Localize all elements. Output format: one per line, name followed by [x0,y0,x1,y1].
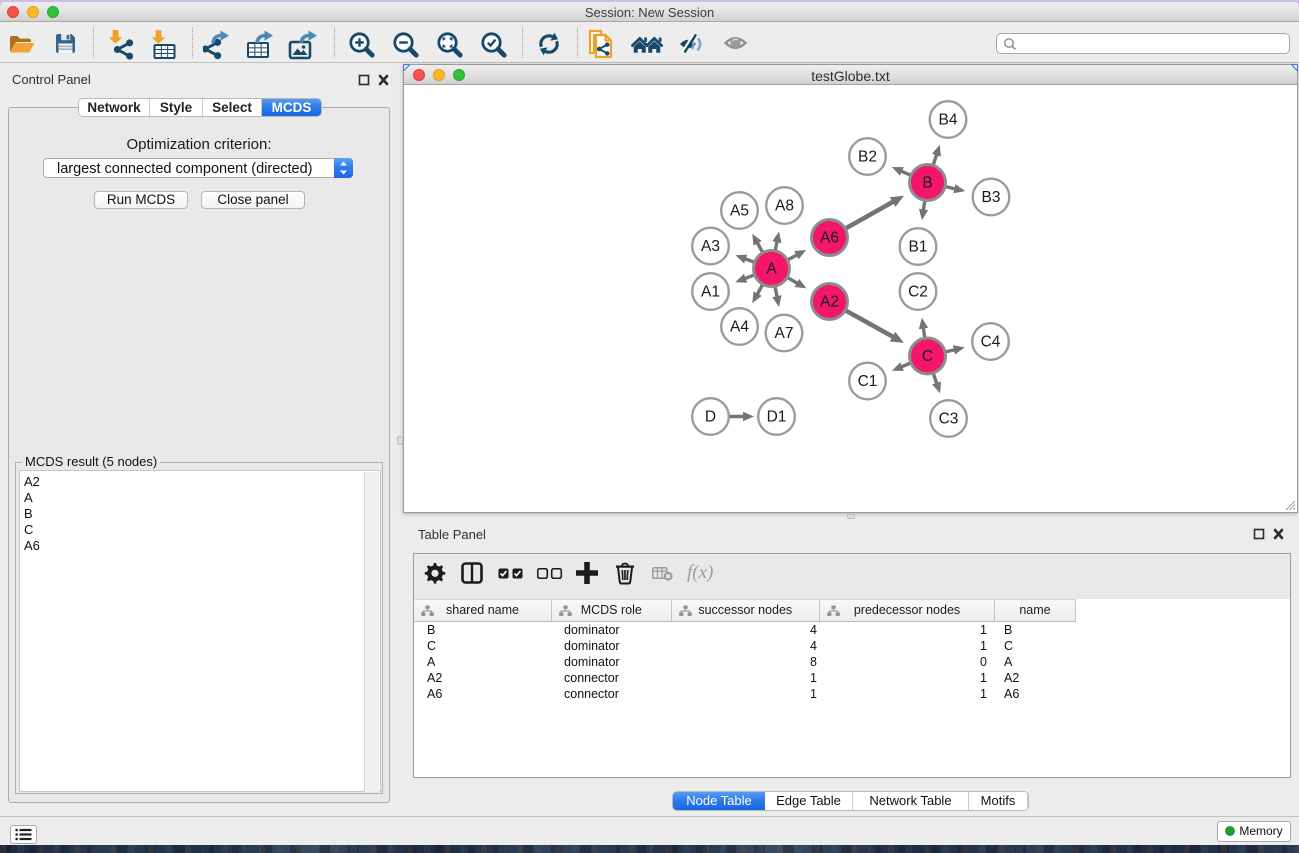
svg-text:D: D [705,409,716,426]
svg-text:C4: C4 [981,334,1001,351]
svg-text:A5: A5 [730,203,749,220]
svg-text:B4: B4 [939,112,958,129]
svg-text:A6: A6 [820,230,839,247]
svg-text:A4: A4 [730,319,749,336]
svg-text:B3: B3 [982,189,1001,206]
svg-text:f(x): f(x) [687,562,713,583]
svg-text:A: A [766,261,777,278]
svg-text:A2: A2 [820,294,839,311]
svg-text:A7: A7 [775,325,794,342]
svg-text:A8: A8 [775,198,794,215]
svg-text:D1: D1 [767,409,787,426]
svg-text:C1: C1 [858,373,878,390]
svg-text:B1: B1 [909,239,928,256]
svg-text:C2: C2 [908,284,928,301]
svg-text:B2: B2 [858,149,877,166]
svg-text:B: B [922,175,932,192]
svg-text:A3: A3 [701,238,720,255]
svg-text:C: C [922,348,933,365]
svg-text:C3: C3 [939,411,959,428]
svg-text:A1: A1 [701,284,720,301]
